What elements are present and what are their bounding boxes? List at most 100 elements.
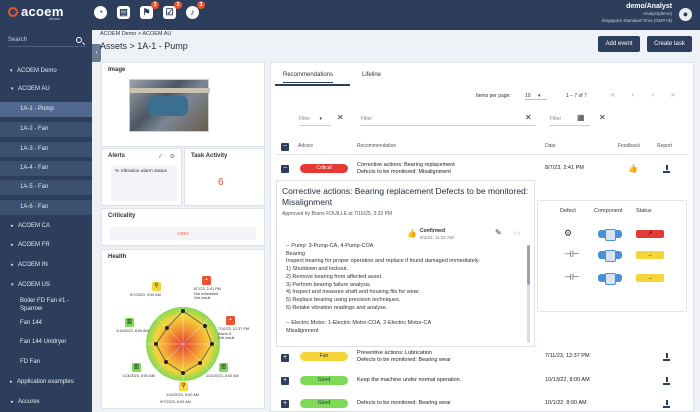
health-point[interactable] <box>164 360 168 364</box>
sidebar-item-acoem-us[interactable]: ▾ ACOEM US <box>0 278 92 293</box>
tab-recommendations[interactable]: Recommendations <box>283 72 334 83</box>
status-critical-icon[interactable]: ↗ <box>636 230 664 238</box>
tasks-icon[interactable]: ☑ 2 <box>163 1 182 19</box>
sidebar-item-1a-3-fan[interactable]: 1A-3 - Fan <box>0 142 92 157</box>
sidebar-item-fd-fan[interactable]: FD Fan <box>0 355 92 370</box>
row-toggle[interactable]: − <box>281 165 289 173</box>
edit-icon[interactable]: ✎ <box>495 228 502 237</box>
tab-lifeline[interactable]: Lifeline <box>362 72 381 78</box>
create-task-button[interactable]: Create task <box>647 36 692 52</box>
user-avatar-icon[interactable]: ● <box>679 8 692 21</box>
column-feedback[interactable]: Feedback <box>618 143 640 149</box>
chevron-right-icon: ▸ <box>11 242 14 248</box>
dashboard-icon[interactable]: ◔ <box>94 6 107 19</box>
health-point[interactable] <box>181 309 185 313</box>
sidebar-item-boiler-fd-fan[interactable]: Boiler FD Fan #1 - Sparrow <box>0 296 86 316</box>
sidebar-item-fan-144[interactable]: Fan 144 <box>0 316 92 331</box>
collapse-all-checkbox[interactable]: − <box>281 143 289 151</box>
sidebar-item-1a-5-fan[interactable]: 1A-5 - Fan <box>0 180 92 195</box>
next-page-icon[interactable]: › <box>648 90 658 100</box>
sidebar-item-1a-1-pump[interactable]: 1A-1 - Pump <box>0 102 92 117</box>
clear-filter-icon[interactable]: ✕ <box>337 113 344 122</box>
first-page-icon[interactable]: « <box>608 90 618 100</box>
component-icon[interactable] <box>598 229 622 241</box>
status-warning-icon[interactable]: → <box>636 251 664 259</box>
health-point[interactable] <box>210 342 214 346</box>
detail-scrollbar-thumb[interactable] <box>527 245 530 285</box>
settings-icon[interactable]: ⚙ <box>170 153 175 160</box>
health-point[interactable] <box>154 342 158 346</box>
row-toggle[interactable]: + <box>281 354 289 362</box>
sensor-icon[interactable]: ▥ <box>219 363 228 372</box>
check-icon[interactable]: ✓ <box>158 153 163 160</box>
download-icon[interactable] <box>663 377 670 385</box>
thumbs-up-icon[interactable]: 👍 <box>628 164 638 173</box>
breadcrumb[interactable]: ACOEM Demo > ACOEM AU <box>100 31 171 37</box>
recommendation-filter[interactable]: Filter <box>361 112 535 126</box>
health-point[interactable] <box>203 324 207 328</box>
items-per-page-select[interactable]: 10 ▾ <box>525 93 547 100</box>
sidebar-item-1a-2-fan[interactable]: 1A-2 - Fan <box>0 122 92 137</box>
calendar-icon[interactable]: ▦ <box>577 113 585 122</box>
last-page-icon[interactable]: » <box>668 90 678 100</box>
sidebar: Search ▾ ACOEM Demo ▾ ACOEM AU 1A-1 - Pump… <box>0 30 92 412</box>
events-icon[interactable]: ⚑ 3 <box>140 1 159 19</box>
detail-body: -- Pump: 3-Pump-CA, 4-Pump-COA Bearing I… <box>286 243 480 334</box>
sidebar-item-acoem-in[interactable]: ▸ ACOEM IN <box>0 258 92 273</box>
sensor-icon[interactable]: ⚲ <box>179 382 188 391</box>
sidebar-item-acoem-au[interactable]: ▾ ACOEM AU <box>0 82 92 97</box>
clear-filter-icon[interactable]: ✕ <box>525 113 532 122</box>
chevron-right-icon: ▸ <box>10 379 13 385</box>
sensor-icon[interactable]: ⌁ <box>202 276 211 285</box>
health-card: Health ⚲ 9/7/2023, 9:00 AM ⌁ 8/7/23, 2:4… <box>101 249 265 409</box>
sidebar-item-1a-6-fan[interactable]: 1A-6 - Fan <box>0 200 92 215</box>
misalignment-icon: ⊣⊢ <box>564 249 580 259</box>
column-advice[interactable]: Advice <box>298 143 313 149</box>
sidebar-item-fan-144-unidryer[interactable]: Fan 144 Unidryer <box>0 335 92 350</box>
advice-filter[interactable]: Filter ▾ <box>299 112 331 126</box>
user-info[interactable]: demo/Analyst Analyst(demo) Singapore Sta… <box>602 3 672 24</box>
sidebar-item-acoem-demo[interactable]: ▾ ACOEM Demo <box>0 64 92 79</box>
sensor-icon[interactable]: ⚲ <box>152 282 161 291</box>
search-icon[interactable] <box>76 37 82 43</box>
health-point[interactable] <box>165 326 169 330</box>
sidebar-item-acoem-ca[interactable]: ▸ ACOEM CA <box>0 219 92 234</box>
component-icon[interactable] <box>598 273 622 285</box>
recommendation-text: Defects to be monitored: Misalignment <box>357 169 451 175</box>
sidebar-item-accurex[interactable]: ▸ Accurex <box>0 395 92 410</box>
asset-photo[interactable] <box>129 79 210 132</box>
sidebar-item-acoem-fr[interactable]: ▸ ACOEM FR <box>0 238 92 253</box>
component-icon[interactable] <box>598 250 622 262</box>
sensor-icon[interactable]: ▥ <box>132 363 141 372</box>
sensor-icon[interactable]: ▥ <box>125 318 134 327</box>
column-report[interactable]: Report <box>657 143 672 149</box>
confirmed-date: 8/1/23, 11:32 AM <box>420 235 454 240</box>
page-title: Assets > 1A-1 - Pump <box>100 41 188 51</box>
misalignment-icon: ⊣⊢ <box>564 272 580 282</box>
sensor-icon[interactable]: ⌁ <box>226 316 235 325</box>
notifications-icon[interactable]: ♪ 3 <box>186 1 205 19</box>
row-toggle[interactable]: + <box>281 377 289 385</box>
image-card: Image <box>101 62 265 147</box>
health-point[interactable] <box>181 371 185 375</box>
sidebar-item-1a-4-fan[interactable]: 1A-4 - Fan <box>0 161 92 176</box>
recommendation-date: 10/1/22, 8:00 AM <box>545 400 587 406</box>
add-event-button[interactable]: Add event <box>598 36 640 52</box>
download-icon[interactable] <box>663 353 670 361</box>
column-date[interactable]: Date <box>545 143 556 149</box>
task-activity-count[interactable]: 6 <box>218 177 224 188</box>
map-icon[interactable]: ▤ <box>117 6 130 19</box>
status-warning-icon[interactable]: → <box>636 274 664 282</box>
column-recommendation[interactable]: Recommendation <box>357 143 396 149</box>
alert-item[interactable]: % Vibration alarm status <box>111 165 177 201</box>
clear-filter-icon[interactable]: ✕ <box>599 113 606 122</box>
download-icon[interactable] <box>663 165 670 173</box>
sidebar-search[interactable]: Search <box>8 37 86 47</box>
thumbs-up-icon[interactable]: 👍 <box>407 229 417 238</box>
sidebar-item-application-examples[interactable]: ▸ Application examples <box>0 375 92 390</box>
prev-page-icon[interactable]: ‹ <box>628 90 638 100</box>
health-point[interactable] <box>198 361 202 365</box>
download-icon[interactable] <box>663 400 670 408</box>
toggle-icon[interactable]: ▭ <box>514 229 521 237</box>
row-toggle[interactable]: + <box>281 400 289 408</box>
